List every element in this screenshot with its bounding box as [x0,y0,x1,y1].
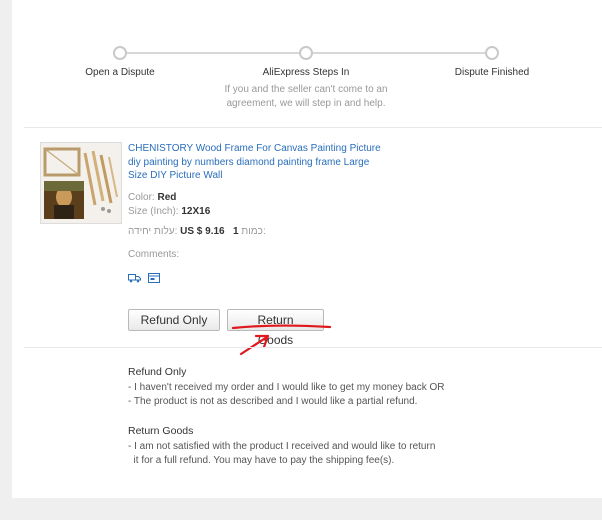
divider [24,347,602,348]
return-goods-info-line: - I am not satisfied with the product I … [128,440,436,452]
product-title-link[interactable]: CHENISTORY Wood Frame For Canvas Paintin… [128,142,383,183]
step-title: AliExpress Steps In [262,67,350,78]
color-label: Color: [128,192,155,203]
size-value: 12X16 [181,206,211,217]
comments-label: Comments: [128,249,180,260]
step-title: Open a Dispute [85,67,155,78]
dispute-panel: Open a Dispute AliExpress Steps In If yo… [12,0,602,498]
step-dot [485,46,499,60]
refund-only-info-line: - The product is not as described and I … [128,396,418,407]
step-dispute-finished: Dispute Finished [422,46,562,78]
refund-only-info-title: Refund Only [128,366,187,378]
unit-price: US $ 9.16 [180,226,225,237]
product-size: Size (Inch): 12X16 [128,206,210,217]
quantity-value: 1 [232,226,239,237]
color-value: Red [157,192,177,203]
size-label: Size (Inch): [128,206,179,217]
return-goods-info: Return Goods - I am not satisfied with t… [128,424,488,469]
refund-only-info-line: - I haven't received my order and I woul… [128,381,445,393]
annotation-arrow [231,324,332,356]
step-open-dispute: Open a Dispute [50,46,190,78]
dispute-steps: Open a Dispute AliExpress Steps In If yo… [12,0,602,120]
card-icon[interactable] [148,270,160,283]
refund-only-button[interactable]: Refund Only [128,309,220,331]
divider [24,127,602,128]
step-aliexpress-steps-in: AliExpress Steps In If you and the selle… [224,46,388,111]
return-goods-info-title: Return Goods [128,425,194,437]
quantity-label: כמות: [241,226,266,237]
product-image [41,143,121,223]
product-color: Color: Red [128,192,176,203]
product-thumbnail[interactable] [40,142,122,224]
refund-only-info: Refund Only - I haven't received my orde… [128,365,488,410]
step-dot [299,46,313,60]
return-goods-info-line: it for a full refund. You may have to pa… [128,455,395,466]
price-quantity-row: עלות יחידה: US $ 9.16 1 כמות: [128,226,266,237]
step-title: Dispute Finished [454,67,530,78]
step-description: If you and the seller can't come to an a… [224,84,388,109]
step-dot [113,46,127,60]
unit-price-label: עלות יחידה: [128,226,178,237]
truck-icon[interactable] [128,270,141,283]
